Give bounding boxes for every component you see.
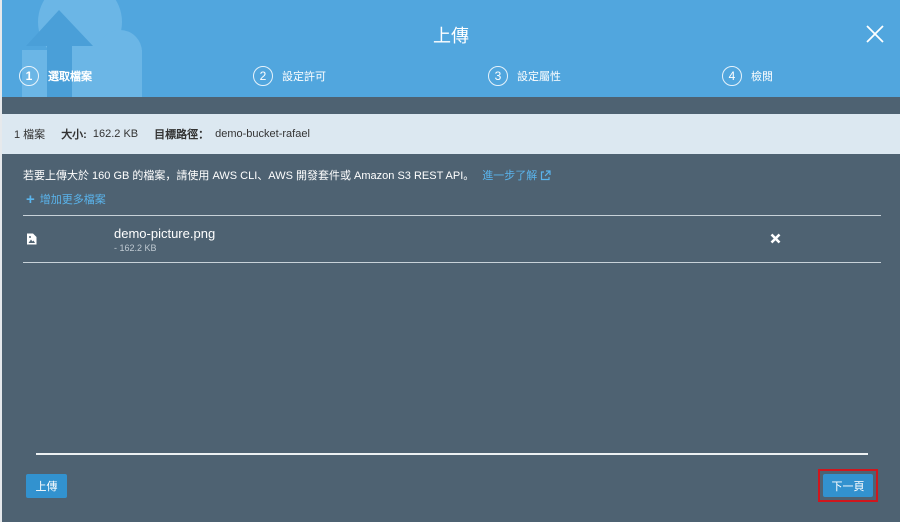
file-list: demo-picture.png - 162.2 KB xyxy=(23,215,881,263)
image-file-icon xyxy=(27,233,37,245)
next-page-button[interactable]: 下一頁 xyxy=(823,474,873,497)
destination-value: demo-bucket-rafael xyxy=(215,128,310,140)
notice-text: 若要上傳大於 160 GB 的檔案，請使用 AWS CLI、AWS 開發套件或 … xyxy=(23,170,475,182)
remove-x-icon[interactable] xyxy=(770,233,781,244)
next-button-highlight: 下一頁 xyxy=(818,469,878,502)
file-count: 1 檔案 xyxy=(14,129,46,141)
step-review[interactable]: 4 檢閱 xyxy=(722,66,773,86)
plus-icon: + xyxy=(26,190,35,208)
dialog-title: 上傳 xyxy=(433,26,469,46)
size-value: 162.2 KB xyxy=(92,128,139,140)
step-number: 1 xyxy=(19,66,39,86)
step-label: 設定屬性 xyxy=(517,71,561,83)
size-label: 大小: xyxy=(61,129,87,141)
step-number: 3 xyxy=(488,66,508,86)
step-set-properties[interactable]: 3 設定屬性 xyxy=(488,66,561,86)
add-more-files-button[interactable]: + 增加更多檔案 xyxy=(26,191,106,207)
step-label: 設定許可 xyxy=(282,71,326,83)
external-link-icon xyxy=(541,169,551,180)
destination-label: 目標路徑： xyxy=(154,129,210,141)
upload-dialog: 上傳 1 選取檔案 2 設定許可 3 設定屬性 4 檢閱 1 檔案 大小: 16… xyxy=(2,0,900,522)
step-number: 4 xyxy=(722,66,742,86)
footer-divider xyxy=(36,453,868,455)
step-set-permissions[interactable]: 2 設定許可 xyxy=(253,66,326,86)
file-size: - 162.2 KB xyxy=(114,243,157,253)
step-number: 2 xyxy=(253,66,273,86)
step-label: 檢閱 xyxy=(751,71,773,83)
file-name: demo-picture.png xyxy=(114,226,216,241)
close-icon[interactable] xyxy=(864,23,886,45)
add-more-label: 增加更多檔案 xyxy=(39,194,106,206)
step-select-files[interactable]: 1 選取檔案 xyxy=(19,66,92,86)
dialog-header: 上傳 1 選取檔案 2 設定許可 3 設定屬性 4 檢閱 xyxy=(2,0,900,97)
large-file-notice: 若要上傳大於 160 GB 的檔案，請使用 AWS CLI、AWS 開發套件或 … xyxy=(23,167,551,183)
learn-more-link[interactable]: 進一步了解 xyxy=(482,167,551,183)
upload-button[interactable]: 上傳 xyxy=(26,474,67,498)
upload-summary-bar: 1 檔案 大小: 162.2 KB 目標路徑： demo-bucket-rafa… xyxy=(2,114,900,154)
step-label: 選取檔案 xyxy=(48,71,92,83)
learn-more-label: 進一步了解 xyxy=(482,170,538,182)
